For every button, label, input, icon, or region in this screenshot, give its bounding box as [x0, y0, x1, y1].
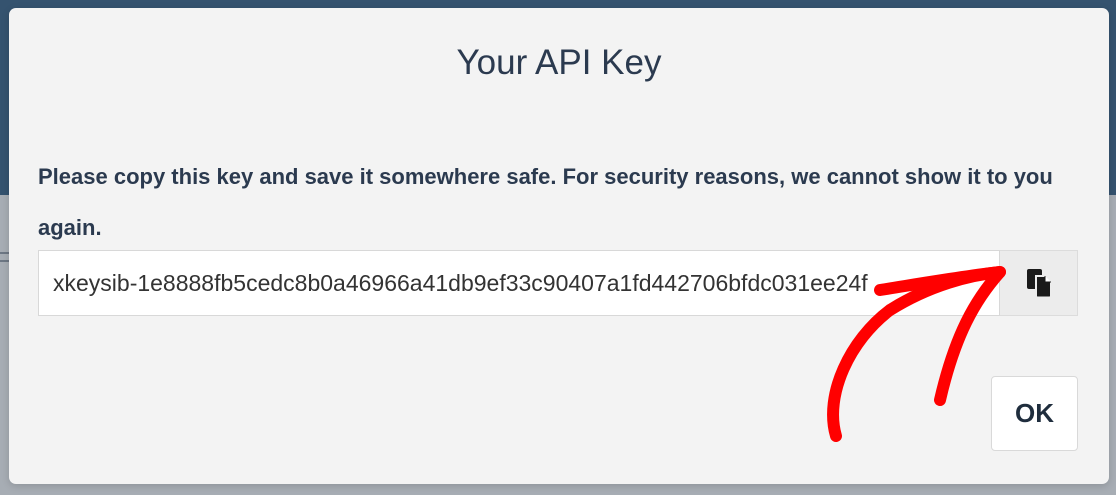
modal-title: Your API Key [456, 43, 662, 82]
modal-message: Please copy this key and save it somewhe… [38, 164, 1053, 240]
api-key-modal: Your API Key Please copy this key and sa… [9, 8, 1109, 484]
copy-key-button[interactable] [1000, 250, 1078, 316]
api-key-field[interactable] [38, 250, 1000, 316]
copy-icon [1026, 269, 1052, 298]
ok-button[interactable]: OK [991, 376, 1078, 451]
